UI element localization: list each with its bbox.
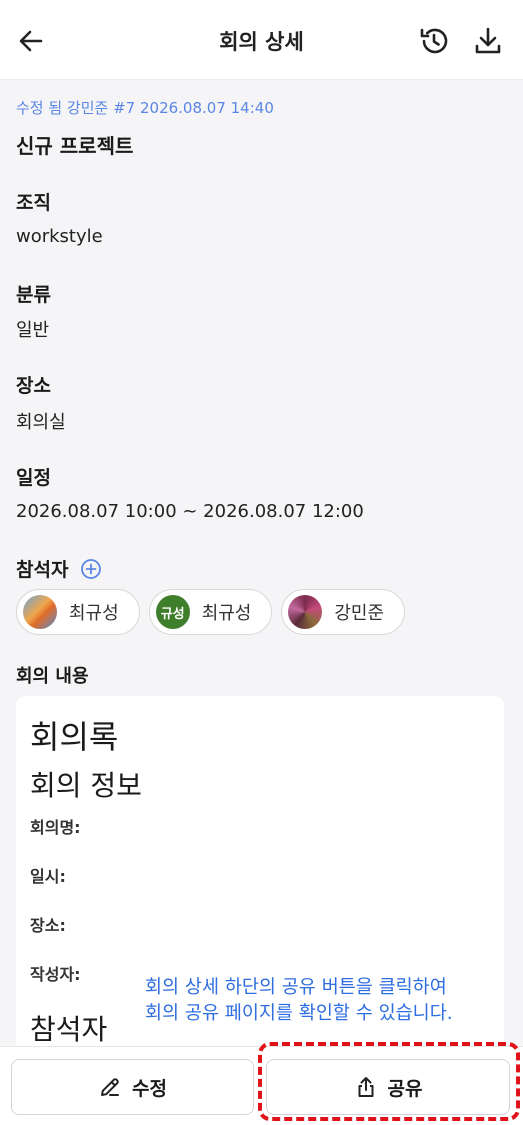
- attendee-name: 최규성: [69, 603, 119, 624]
- org-label: 조직: [16, 192, 51, 214]
- meeting-info-heading: 회의 정보: [30, 769, 142, 802]
- attendee-chip[interactable]: 강민준: [281, 589, 406, 635]
- history-icon[interactable]: [418, 25, 450, 57]
- download-icon[interactable]: [473, 25, 503, 57]
- place-label: 장소: [16, 375, 51, 397]
- category-value: 일반: [16, 320, 50, 341]
- share-button-highlight: [258, 1042, 520, 1121]
- avatar: 규성: [155, 595, 190, 629]
- avatar-initials: 규성: [160, 606, 185, 622]
- meeting-name-field: 회의명:: [30, 818, 81, 837]
- edit-history-text: 수정 됨 강민준 #7 2026.08.07 14:40: [16, 99, 274, 117]
- attendee-chip[interactable]: 규성 최규성: [148, 589, 273, 635]
- app-header: 회의 상세: [0, 0, 523, 80]
- attendee-name: 최규성: [201, 603, 252, 624]
- avatar: [288, 595, 323, 629]
- add-attendee-icon[interactable]: [80, 558, 102, 580]
- place-value: 회의실: [16, 412, 66, 433]
- attendees-label: 참석자: [16, 559, 69, 581]
- schedule-value: 2026.08.07 10:00 ~ 2026.08.07 12:00: [16, 501, 364, 522]
- attendee-name: 강민준: [334, 603, 385, 624]
- attendee-list: 최규성 규성 최규성 강민준: [16, 589, 406, 635]
- minutes-heading: 회의록: [30, 718, 119, 756]
- edit-button[interactable]: 수정: [11, 1059, 254, 1115]
- attendee-chip[interactable]: 최규성: [16, 589, 140, 635]
- avatar: [23, 595, 57, 629]
- pencil-icon: [101, 1078, 120, 1096]
- meeting-content-label: 회의 내용: [16, 666, 89, 687]
- meeting-date-field: 일시:: [30, 867, 66, 886]
- category-label: 분류: [16, 284, 51, 306]
- edit-button-label: 수정: [132, 1077, 167, 1100]
- share-tip-annotation: 회의 상세 하단의 공유 버튼을 클릭하여 회의 공유 페이지를 확인할 수 있…: [145, 975, 505, 1027]
- project-title: 신규 프로젝트: [16, 134, 134, 158]
- meeting-place-field: 장소:: [30, 916, 66, 935]
- schedule-label: 일정: [16, 467, 51, 489]
- attendees-heading: 참석자: [30, 1013, 108, 1046]
- org-value: workstyle: [16, 226, 103, 247]
- meeting-author-field: 작성자:: [30, 965, 81, 984]
- tip-line-2: 회의 공유 페이지를 확인할 수 있습니다.: [145, 1003, 453, 1024]
- tip-line-1: 회의 상세 하단의 공유 버튼을 클릭하여: [145, 977, 447, 998]
